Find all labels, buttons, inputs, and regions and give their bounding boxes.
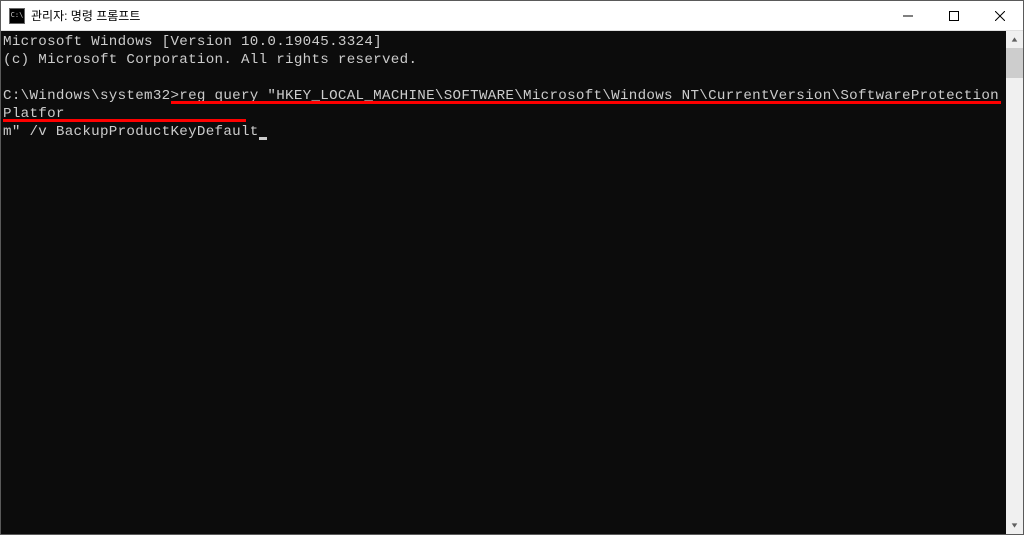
content-area: Microsoft Windows [Version 10.0.19045.33… — [1, 31, 1023, 534]
command-prompt-window: C:\ 관리자: 명령 프롬프트 Microsoft Windows [Vers… — [0, 0, 1024, 535]
titlebar[interactable]: C:\ 관리자: 명령 프롬프트 — [1, 1, 1023, 31]
close-button[interactable] — [977, 1, 1023, 30]
scroll-down-button[interactable] — [1006, 517, 1023, 534]
minimize-icon — [903, 11, 913, 21]
vertical-scrollbar[interactable] — [1006, 31, 1023, 534]
app-icon: C:\ — [9, 8, 25, 24]
maximize-button[interactable] — [931, 1, 977, 30]
maximize-icon — [949, 11, 959, 21]
scroll-thumb[interactable] — [1006, 48, 1023, 78]
version-line: Microsoft Windows [Version 10.0.19045.33… — [3, 34, 382, 50]
blank-line — [3, 69, 1004, 87]
window-controls — [885, 1, 1023, 30]
window-title: 관리자: 명령 프롬프트 — [31, 7, 885, 24]
close-icon — [995, 11, 1005, 21]
minimize-button[interactable] — [885, 1, 931, 30]
chevron-up-icon — [1011, 36, 1018, 43]
chevron-down-icon — [1011, 522, 1018, 529]
app-icon-text: C:\ — [11, 12, 24, 19]
terminal-output[interactable]: Microsoft Windows [Version 10.0.19045.33… — [1, 31, 1006, 534]
scroll-up-button[interactable] — [1006, 31, 1023, 48]
scroll-track[interactable] — [1006, 48, 1023, 517]
prompt-text: C:\Windows\system32> — [3, 88, 179, 104]
copyright-line: (c) Microsoft Corporation. All rights re… — [3, 52, 417, 68]
command-text-line2: m" /v BackupProductKeyDefault — [3, 124, 259, 140]
text-cursor — [259, 137, 267, 140]
